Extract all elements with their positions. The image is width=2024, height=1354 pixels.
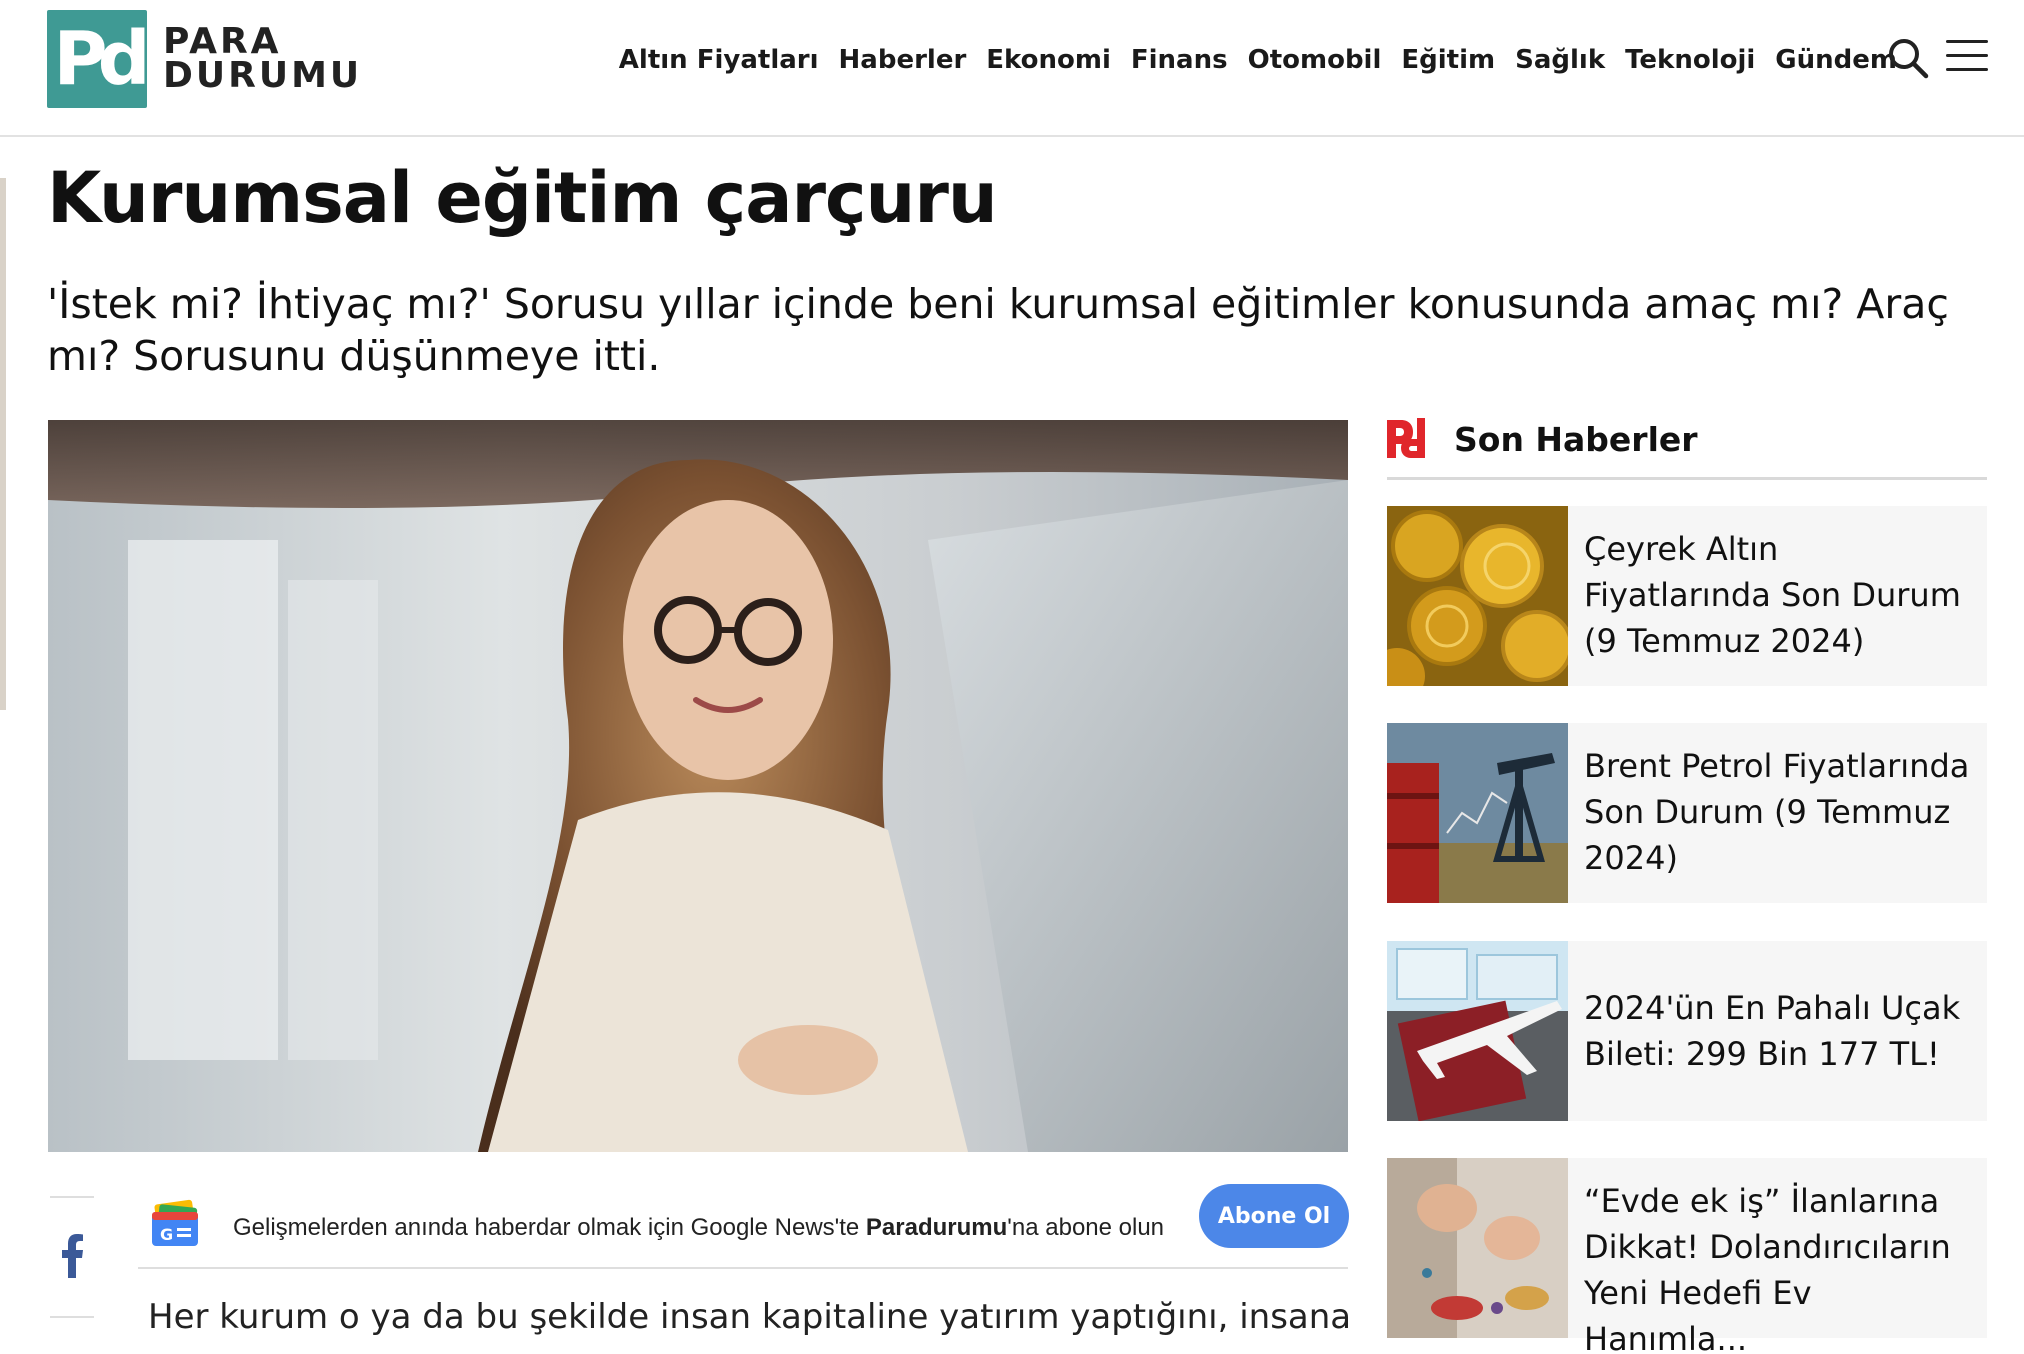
nav-item-otomobil[interactable]: Otomobil bbox=[1238, 40, 1392, 80]
sidebar-news-title: “Evde ek iş” İlanlarına Dikkat! Dolandır… bbox=[1584, 1182, 1951, 1354]
google-news-text-before: Gelişmelerden anında haberdar olmak için… bbox=[233, 1214, 866, 1241]
nav-item-teknoloji[interactable]: Teknoloji bbox=[1615, 40, 1765, 80]
logo-wordmark: PARA DURUMU bbox=[163, 21, 363, 96]
main-nav: Altın Fiyatları Haberler Ekonomi Finans … bbox=[609, 40, 1907, 80]
left-edge-decoration bbox=[0, 178, 6, 710]
logo-line-1: PARA bbox=[163, 21, 282, 62]
nav-item-ekonomi[interactable]: Ekonomi bbox=[976, 40, 1121, 80]
sidebar-header: Son Haberler bbox=[1387, 418, 1987, 480]
google-news-bar: G Gelişmelerden anında haberdar olmak iç… bbox=[138, 1184, 1349, 1270]
svg-text:G: G bbox=[160, 1225, 173, 1244]
sidebar-title: Son Haberler bbox=[1454, 420, 1698, 459]
google-news-divider bbox=[138, 1267, 1348, 1269]
site-header: Pd PARA DURUMU Altın Fiyatları Haberler … bbox=[0, 0, 2024, 137]
article-body-paragraph: Her kurum o ya da bu şekilde insan kapit… bbox=[148, 1297, 1348, 1337]
sidebar-news-item[interactable]: 2024'ün En Pahalı Uçak Bileti: 299 Bin 1… bbox=[1387, 941, 1987, 1121]
article-hero-image bbox=[48, 420, 1348, 1152]
news-thumbnail-gold-coins bbox=[1387, 506, 1568, 686]
sidebar-news-item[interactable]: Brent Petrol Fiyatlarında Son Durum (9 T… bbox=[1387, 723, 1987, 903]
logo-mark: Pd bbox=[47, 10, 151, 108]
site-logo[interactable]: Pd PARA DURUMU bbox=[47, 10, 362, 108]
sidebar-news-title: Çeyrek Altın Fiyatlarında Son Durum (9 T… bbox=[1584, 530, 1961, 660]
subscribe-button[interactable]: Abone Ol bbox=[1199, 1184, 1349, 1248]
sidebar-news-title: Brent Petrol Fiyatlarında Son Durum (9 T… bbox=[1584, 747, 1970, 877]
share-divider-top bbox=[50, 1196, 94, 1198]
search-icon[interactable] bbox=[1886, 36, 1930, 80]
logo-mark-text: Pd bbox=[53, 16, 150, 102]
article-lead: 'İstek mi? İhtiyaç mı?' Sorusu yıllar iç… bbox=[47, 280, 1949, 380]
google-news-text: Gelişmelerden anında haberdar olmak için… bbox=[233, 1214, 1164, 1242]
news-thumbnail-oil-pump bbox=[1387, 723, 1568, 903]
share-divider-bottom bbox=[50, 1316, 94, 1318]
logo-line-2: DURUMU bbox=[163, 55, 363, 96]
nav-item-altin-fiyatlari[interactable]: Altın Fiyatları bbox=[609, 40, 829, 80]
sidebar-news-item[interactable]: Çeyrek Altın Fiyatlarında Son Durum (9 T… bbox=[1387, 506, 1987, 686]
nav-item-saglik[interactable]: Sağlık bbox=[1505, 40, 1615, 80]
hamburger-menu-icon[interactable] bbox=[1946, 40, 1988, 76]
sidebar-news-title: 2024'ün En Pahalı Uçak Bileti: 299 Bin 1… bbox=[1584, 989, 1961, 1073]
sidebar-news-item[interactable]: “Evde ek iş” İlanlarına Dikkat! Dolandır… bbox=[1387, 1158, 1987, 1354]
nav-item-egitim[interactable]: Eğitim bbox=[1391, 40, 1505, 80]
google-news-brand: Paradurumu bbox=[865, 1214, 1008, 1241]
news-thumbnail-airplane-passport bbox=[1387, 941, 1568, 1121]
nav-item-haberler[interactable]: Haberler bbox=[829, 40, 977, 80]
google-news-text-after: 'na abone olun bbox=[1007, 1214, 1165, 1241]
nav-item-finans[interactable]: Finans bbox=[1121, 40, 1238, 80]
sidebar-logo-icon bbox=[1387, 418, 1429, 460]
google-news-icon: G bbox=[148, 1198, 202, 1252]
news-thumbnail-handcraft bbox=[1387, 1158, 1568, 1338]
facebook-icon[interactable] bbox=[62, 1234, 84, 1278]
article-title: Kurumsal eğitim çarçuru bbox=[47, 157, 998, 239]
